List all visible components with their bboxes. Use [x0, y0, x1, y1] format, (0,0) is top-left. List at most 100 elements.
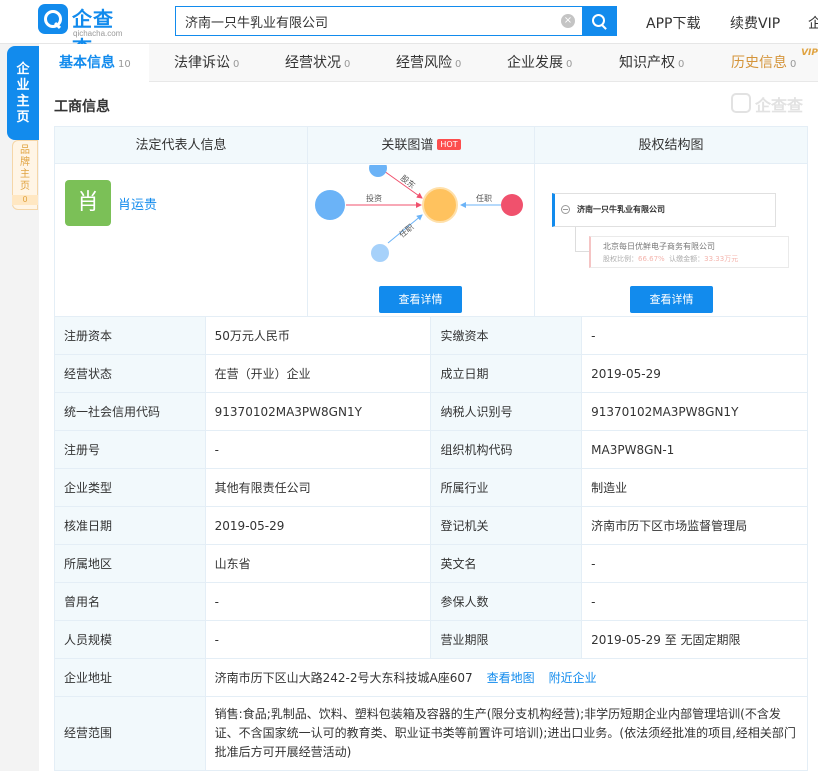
enterprise-link[interactable]: 企: [808, 13, 818, 33]
table-row: 企业类型 其他有限责任公司 所属行业 制造业: [54, 468, 808, 507]
field-label: 实缴资本: [430, 316, 583, 355]
search-box: ×: [175, 6, 617, 36]
equity-detail-button[interactable]: 查看详情: [630, 286, 713, 313]
field-label: 登记机关: [430, 506, 583, 545]
field-value: -: [204, 430, 432, 469]
logo-domain: qichacha.com: [73, 29, 123, 38]
field-label: 曾用名: [54, 582, 206, 621]
field-value: 2019-05-29: [204, 506, 432, 545]
table-row: 人员规模 - 营业期限 2019-05-29 至 无固定期限: [54, 620, 808, 659]
logo-magnifier-icon: [38, 4, 68, 34]
section-title: 工商信息: [54, 99, 110, 115]
tab-history[interactable]: 历史信息 0: [731, 44, 796, 82]
legal-rep-head: 法定代表人信息: [55, 127, 307, 164]
search-input[interactable]: [176, 7, 556, 35]
equity-child-ratio: 股权比例：66.67% 认缴金额：33.33万元: [603, 254, 738, 264]
relation-graph[interactable]: 投资 股东 任职 任职: [308, 165, 534, 265]
watermark-logo: 企查查: [731, 92, 809, 115]
tab-count: 0: [233, 59, 240, 70]
tab-label: 法律诉讼: [174, 55, 230, 71]
field-value: -: [581, 544, 808, 583]
tab-development[interactable]: 企业发展 0: [507, 44, 572, 82]
table-row: 经营状态 在营（开业）企业 成立日期 2019-05-29: [54, 354, 808, 393]
table-row-address: 企业地址 济南市历下区山大路242-2号大东科技城A座607 查看地图 附近企业: [54, 658, 809, 697]
field-label: 核准日期: [54, 506, 206, 545]
field-value: 在营（开业）企业: [204, 354, 432, 393]
field-value: -: [581, 582, 808, 621]
field-label: 人员规模: [54, 620, 206, 659]
field-value: MA3PW8GN-1: [581, 430, 808, 469]
field-value: 91370102MA3PW8GN1Y: [581, 392, 808, 431]
side-tab-brand-home[interactable]: 品 牌 主 页 0: [12, 140, 38, 210]
field-value: 其他有限责任公司: [204, 468, 432, 507]
tab-label: 经营状况: [285, 55, 341, 71]
equity-root-node[interactable]: 济南一只牛乳业有限公司: [552, 193, 776, 227]
side-main-char: 页: [16, 110, 30, 125]
graph-head-label: 关联图谱: [381, 138, 434, 153]
collapse-icon[interactable]: [561, 205, 570, 214]
ratio-value: 66.67%: [638, 255, 665, 263]
legal-rep-avatar: 肖: [65, 180, 111, 226]
search-button[interactable]: [582, 7, 616, 35]
legal-rep-name-link[interactable]: 肖运贵: [118, 194, 157, 213]
top-header: 企查查 qichacha.com × APP下载 续费VIP 企: [0, 0, 818, 60]
edge-label-post-b: 任职: [476, 193, 492, 203]
renew-vip-link[interactable]: 续费VIP: [730, 13, 780, 33]
field-value: 山东省: [204, 544, 432, 583]
tab-risk[interactable]: 经营风险 0: [396, 44, 461, 82]
side-brand-char: 页: [20, 181, 30, 192]
field-label: 营业期限: [430, 620, 583, 659]
business-scope-value: 销售:食品;乳制品、饮料、塑料包装箱及容器的生产(限分支机构经营);非学历短期企…: [204, 696, 809, 771]
main-panel: 基本信息 10 法律诉讼 0 经营状况 0 经营风险 0 企业发展 0 知识产权 0 历史信…: [39, 44, 818, 771]
equity-child-name: 北京每日优鲜电子商务有限公司: [603, 242, 715, 251]
field-value: 50万元人民币: [204, 316, 432, 355]
field-label: 参保人数: [430, 582, 583, 621]
vip-badge: VIP: [801, 48, 818, 58]
tab-operations[interactable]: 经营状况 0: [285, 44, 350, 82]
node-person: [501, 194, 523, 216]
tab-count: 10: [118, 59, 131, 70]
field-label: 注册号: [54, 430, 206, 469]
side-tab-company-home[interactable]: 企 业 主 页: [7, 46, 39, 140]
watermark-icon: [731, 93, 751, 113]
business-info-table: 注册资本 50万元人民币 实缴资本 - 经营状态 在营（开业）企业 成立日期 2019-05-…: [54, 316, 809, 771]
edge-label-shareholder: 股东: [399, 173, 418, 191]
node-staff: [371, 244, 389, 262]
brand-count: 0: [12, 195, 38, 205]
amount-label: 认缴金额：: [669, 255, 705, 263]
tab-count: 0: [790, 59, 797, 70]
edge-label-invest: 投资: [366, 193, 382, 203]
equity-child-node[interactable]: 北京每日优鲜电子商务有限公司 股权比例：66.67% 认缴金额：33.33万元: [589, 236, 789, 268]
clear-icon[interactable]: ×: [561, 14, 575, 28]
side-brand-char: 主: [20, 169, 30, 180]
table-row-scope: 经营范围 销售:食品;乳制品、饮料、塑料包装箱及容器的生产(限分支机构经营);非学…: [54, 696, 809, 771]
tab-count: 0: [678, 59, 685, 70]
side-brand-char: 牌: [20, 157, 30, 168]
field-label: 组织机构代码: [430, 430, 583, 469]
table-row: 注册号 - 组织机构代码 MA3PW8GN-1: [54, 430, 808, 469]
tab-ip[interactable]: 知识产权 0: [619, 44, 684, 82]
equity-head: 股权结构图: [535, 127, 807, 164]
field-value: 2019-05-29 至 无固定期限: [581, 620, 808, 659]
node-shareholder: [369, 165, 387, 177]
tab-count: 0: [344, 59, 351, 70]
graph-detail-button[interactable]: 查看详情: [379, 286, 462, 313]
field-label: 注册资本: [54, 316, 206, 355]
field-value: 济南市历下区市场监督管理局: [581, 506, 808, 545]
table-row: 核准日期 2019-05-29 登记机关 济南市历下区市场监督管理局: [54, 506, 808, 545]
tab-basic-info[interactable]: 基本信息 10: [39, 44, 149, 82]
nearby-companies-link[interactable]: 附近企业: [549, 671, 597, 685]
table-row: 曾用名 - 参保人数 -: [54, 582, 808, 621]
tab-label: 经营风险: [396, 55, 452, 71]
tab-count: 0: [455, 59, 462, 70]
side-main-char: 主: [16, 94, 30, 109]
qichacha-logo[interactable]: 企查查 qichacha.com: [38, 3, 134, 60]
field-label: 纳税人识别号: [430, 392, 583, 431]
hot-badge: HOT: [437, 139, 461, 150]
field-value: 制造业: [581, 468, 808, 507]
view-map-link[interactable]: 查看地图: [487, 671, 535, 685]
tab-label: 企业发展: [507, 55, 563, 71]
overview-cards: 法定代表人信息 关联图谱HOT 股权结构图 肖 肖运贵 投资 股东 任职 任职: [54, 126, 808, 317]
tab-legal[interactable]: 法律诉讼 0: [174, 44, 239, 82]
app-download-link[interactable]: APP下载: [646, 13, 700, 33]
